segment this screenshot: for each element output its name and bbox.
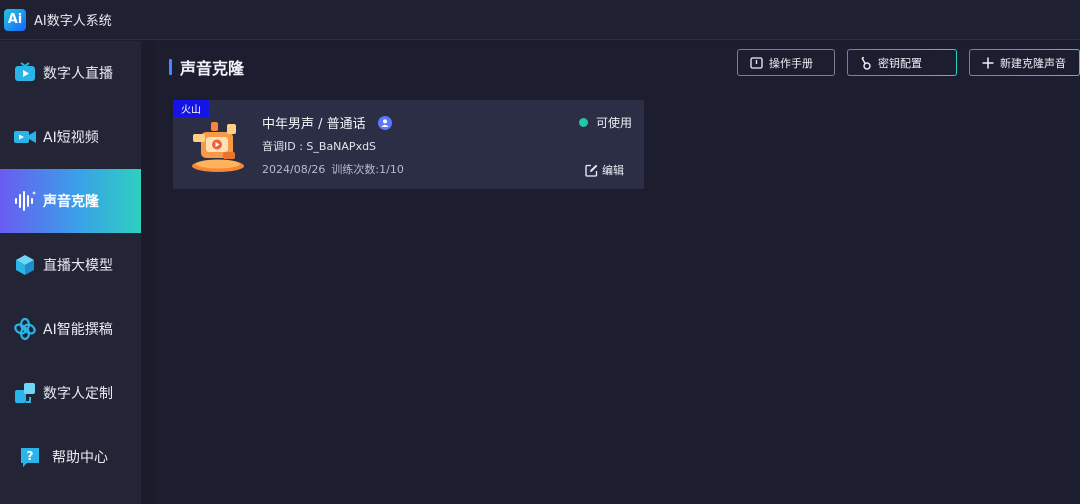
status-badge: 可使用 — [578, 114, 632, 131]
sidebar-item-digital-human-custom[interactable]: 数字人定制 — [0, 361, 141, 425]
voice-id: 音调ID : S_BaNAPxdS — [262, 140, 377, 153]
status-label: 可使用 — [595, 116, 632, 130]
sidebar-item-label: AI短视频 — [43, 130, 99, 146]
customize-squares-icon — [13, 381, 37, 405]
waveform-icon — [13, 189, 37, 213]
voice-date: 2024/08/26 — [262, 163, 326, 176]
manual-button[interactable]: 操作手册 — [737, 49, 835, 76]
svg-text:?: ? — [27, 449, 34, 463]
new-clone-voice-button-label: 新建克隆声音 — [1000, 56, 1066, 70]
book-icon — [750, 56, 763, 69]
sidebar-item-help-center[interactable]: ? 帮助中心 — [0, 425, 141, 489]
sidebar-item-label: 数字人直播 — [43, 66, 113, 82]
app-logo: Ai — [4, 8, 26, 31]
title-bar: Ai AI数字人系统 — [0, 0, 1080, 40]
sidebar-divider — [141, 41, 157, 504]
title-accent-bar — [169, 59, 172, 75]
voice-card[interactable]: 火山 中年男声 / 普通话 音调ID: S_BaNAPxdS 2024/08/… — [173, 100, 644, 189]
status-dot-icon — [578, 118, 588, 127]
new-clone-voice-button[interactable]: 新建克隆声音 — [969, 49, 1080, 76]
toolbar: 操作手册 密钥配置 新建克隆声音 — [737, 49, 1080, 76]
edit-icon — [585, 164, 598, 177]
user-icon — [377, 115, 392, 130]
help-question-icon: ? — [18, 445, 42, 469]
voice-name-row: 中年男声 / 普通话 — [262, 113, 392, 132]
voice-train-count: 训练次数:1/10 — [331, 163, 404, 176]
tv-play-icon — [13, 61, 37, 85]
sidebar: 数字人直播 AI短视频 声音克隆 直播大模型 AI智能撰稿 数字人定制 ? 帮助… — [0, 41, 141, 504]
sidebar-item-label: AI智能撰稿 — [43, 322, 113, 338]
voice-name: 中年男声 / 普通话 — [262, 117, 366, 132]
key-config-button-label: 密钥配置 — [878, 56, 922, 70]
manual-button-label: 操作手册 — [769, 56, 813, 70]
sidebar-item-label: 直播大模型 — [43, 258, 113, 274]
page-header: 声音克隆 — [169, 55, 244, 79]
sidebar-item-live-large-model[interactable]: 直播大模型 — [0, 233, 141, 297]
edit-button[interactable]: 编辑 — [585, 162, 624, 178]
edit-label: 编辑 — [602, 164, 624, 177]
sidebar-item-label: 声音克隆 — [43, 194, 99, 210]
page-title: 声音克隆 — [180, 59, 245, 78]
sidebar-item-ai-writing[interactable]: AI智能撰稿 — [0, 297, 141, 361]
key-icon — [860, 56, 872, 70]
voice-thumbnail-image — [187, 118, 249, 174]
sidebar-item-label: 帮助中心 — [52, 450, 108, 466]
main-content: 声音克隆 操作手册 密钥配置 新建克隆声音 火山 中年男声 / 普通话 音调ID… — [157, 41, 1080, 504]
plus-icon — [982, 57, 994, 69]
provider-tag: 火山 — [173, 100, 209, 117]
app-title: AI数字人系统 — [34, 14, 112, 29]
voice-meta: 2024/08/26 训练次数:1/10 — [262, 161, 404, 177]
sidebar-item-voice-clone[interactable]: 声音克隆 — [0, 169, 141, 233]
sidebar-item-ai-short-video[interactable]: AI短视频 — [0, 105, 141, 169]
key-config-button[interactable]: 密钥配置 — [847, 49, 957, 76]
openai-knot-icon — [13, 317, 37, 341]
sidebar-item-label: 数字人定制 — [43, 386, 113, 402]
cube-icon — [13, 253, 37, 277]
sidebar-item-digital-human-live[interactable]: 数字人直播 — [0, 41, 141, 105]
video-camera-icon — [13, 125, 37, 149]
